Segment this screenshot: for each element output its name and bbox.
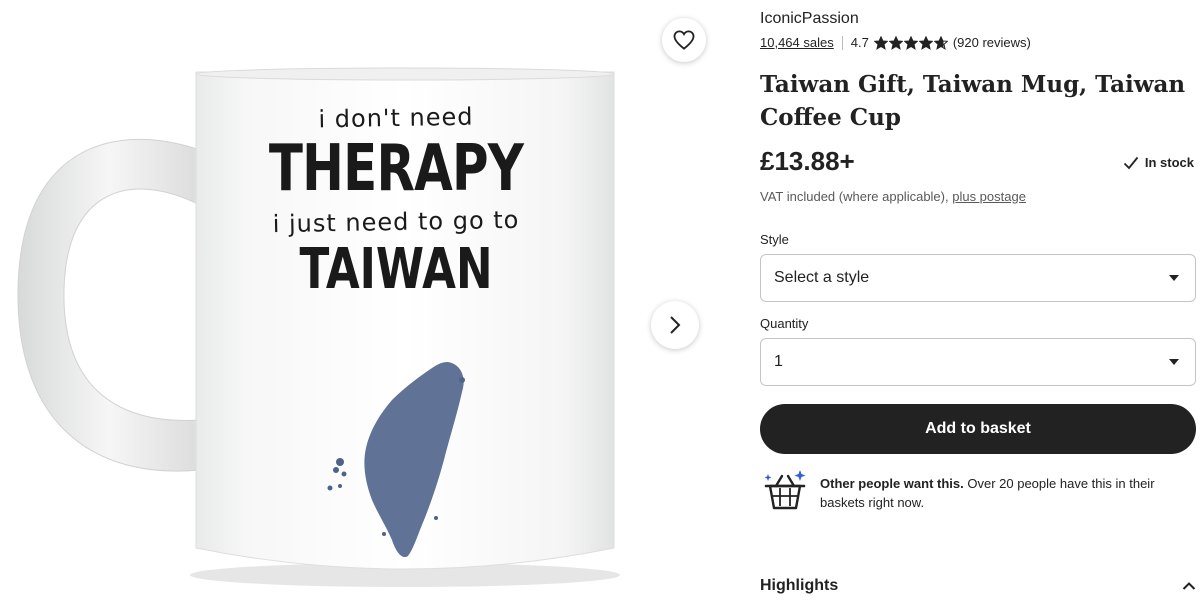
mug-text-line-4: TAIWAN	[299, 237, 493, 302]
stock-label: In stock	[1144, 155, 1194, 170]
vat-text: VAT included (where applicable),	[760, 189, 953, 204]
style-label: Style	[760, 232, 789, 247]
divider	[841, 35, 843, 50]
caret-down-icon	[1169, 359, 1179, 365]
vat-note: VAT included (where applicable), plus po…	[760, 189, 1026, 204]
reviews-link[interactable]: (920 reviews)	[953, 35, 1031, 50]
style-select[interactable]: Select a style	[760, 254, 1196, 302]
sales-count-link[interactable]: 10,464 sales	[760, 35, 834, 50]
stock-status: In stock	[1123, 155, 1194, 170]
basket-sparkle-icon	[764, 470, 806, 510]
chevron-up-icon	[1182, 582, 1196, 590]
star-icon	[903, 35, 918, 50]
add-to-basket-button[interactable]: Add to basket	[760, 404, 1196, 454]
social-proof: Other people want this. Over 20 people h…	[760, 466, 1196, 522]
mug-text-line-1: i don't need	[318, 102, 474, 134]
chevron-right-icon	[670, 316, 681, 334]
star-icon	[873, 35, 888, 50]
product-image-gallery[interactable]: i don't need THERAPY i just need to go t…	[0, 0, 720, 612]
buy-box: IconicPassion 10,464 sales 4.7 (920 revi…	[760, 0, 1196, 612]
check-icon	[1123, 156, 1139, 169]
mug-text-line-2: THERAPY	[268, 132, 524, 206]
star-icon	[888, 35, 903, 50]
quantity-label: Quantity	[760, 316, 809, 331]
caret-down-icon	[1169, 275, 1179, 281]
style-select-value: Select a style	[774, 269, 870, 286]
mug-print-text: i don't need THERAPY i just need to go t…	[196, 96, 596, 300]
star-rating	[873, 35, 949, 50]
favorite-button[interactable]	[662, 18, 706, 62]
highlights-label: Highlights	[760, 577, 839, 594]
shop-meta: 10,464 sales 4.7 (920 reviews)	[760, 35, 1031, 50]
highlights-toggle[interactable]: Highlights	[760, 574, 1196, 598]
product-image	[17, 67, 620, 587]
heart-icon	[673, 30, 695, 50]
mug-text-line-3: i just need to go to	[272, 205, 520, 239]
star-icon	[933, 35, 948, 50]
quantity-select-value: 1	[774, 353, 783, 370]
price: £13.88+	[760, 146, 855, 176]
quantity-select[interactable]: 1	[760, 338, 1196, 386]
social-proof-text: Other people want this. Over 20 people h…	[820, 474, 1192, 512]
social-proof-bold: Other people want this.	[820, 476, 964, 491]
product-title: Taiwan Gift, Taiwan Mug, Taiwan Coffee C…	[760, 71, 1186, 131]
rating-value: 4.7	[850, 35, 869, 50]
star-icon	[918, 35, 933, 50]
next-image-button[interactable]	[651, 301, 699, 349]
postage-link[interactable]: plus postage	[952, 189, 1026, 204]
shop-name-link[interactable]: IconicPassion	[760, 10, 859, 28]
